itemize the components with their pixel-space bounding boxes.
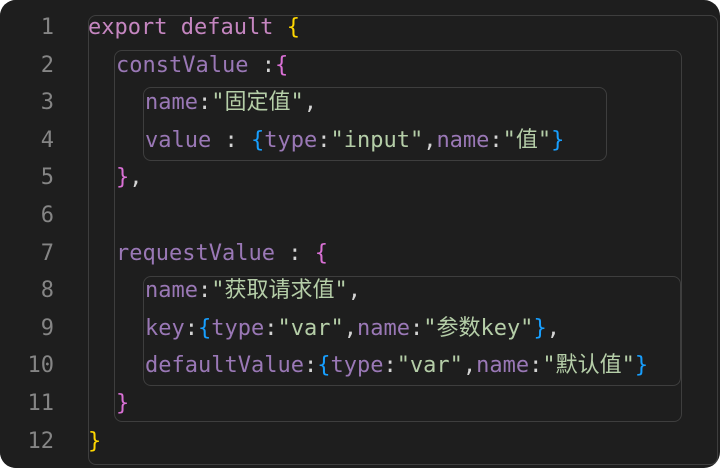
colon: : xyxy=(529,353,543,379)
colon: : xyxy=(264,315,278,341)
comma: , xyxy=(546,315,560,341)
string-value: "固定值" xyxy=(211,90,304,116)
colon: : xyxy=(409,315,424,341)
code-line-10: defaultValue:{type:"var",name:"默认值"} xyxy=(145,347,648,385)
code-line-4: value : {type:"input",name:"值"} xyxy=(145,122,564,160)
line-number: 1 xyxy=(40,15,54,40)
brace-close: } xyxy=(116,391,130,416)
line-number: 3 xyxy=(40,90,54,116)
property-name: name xyxy=(145,90,198,116)
comma: , xyxy=(423,127,437,153)
property-name: type xyxy=(211,315,265,341)
line-number: 9 xyxy=(40,315,54,341)
property-name: name xyxy=(476,353,530,379)
string-value: "参数key" xyxy=(423,315,534,341)
brace-open: { xyxy=(250,127,265,153)
property-name: name xyxy=(436,127,490,153)
line-number: 11 xyxy=(27,391,55,416)
code-line-11: } xyxy=(116,385,129,423)
string-value: "值" xyxy=(502,127,552,153)
code-line-9: key:{type:"var",name:"参数key"}, xyxy=(145,310,560,348)
code-line-2: constValue :{ xyxy=(116,47,288,85)
property-name: value xyxy=(145,127,212,153)
colon: : xyxy=(197,90,212,116)
brace-close: } xyxy=(533,315,547,341)
brace-open: { xyxy=(198,315,212,341)
brace-open: { xyxy=(317,353,331,379)
property-name: requestValue xyxy=(116,240,275,266)
colon: : xyxy=(274,240,315,266)
code-line-12: } xyxy=(88,423,101,461)
code-line-1: export default { xyxy=(88,9,300,47)
colon: : xyxy=(489,127,503,153)
string-value: "获取请求值" xyxy=(211,278,348,304)
brace-close: } xyxy=(634,353,649,379)
comma: , xyxy=(462,353,477,379)
colon: : xyxy=(211,127,251,153)
comma: , xyxy=(303,90,317,116)
brace-open: { xyxy=(314,240,328,266)
brace-close: } xyxy=(551,127,565,153)
code-line-3: name:"固定值", xyxy=(145,84,317,122)
brace-open: { xyxy=(286,15,300,40)
line-number: 12 xyxy=(27,428,55,454)
property-name: name xyxy=(145,278,198,304)
brace-close: } xyxy=(116,165,130,191)
code-line-7: requestValue : { xyxy=(116,235,328,273)
property-name: key xyxy=(145,315,185,341)
colon: : xyxy=(248,52,275,78)
property-name: defaultValue xyxy=(145,353,304,379)
code-line-8: name:"获取请求值", xyxy=(145,272,361,310)
string-value: "input" xyxy=(330,127,424,153)
colon: : xyxy=(197,278,212,304)
brace-open: { xyxy=(274,52,289,78)
keyword-export-default: export default xyxy=(88,15,274,40)
code-line-5: }, xyxy=(116,159,143,197)
property-name: constValue xyxy=(116,52,249,78)
colon: : xyxy=(303,353,318,379)
string-value: "var" xyxy=(396,353,463,379)
line-number: 2 xyxy=(40,52,54,78)
line-number-gutter: 1 2 3 4 5 6 7 8 9 10 11 12 xyxy=(0,0,68,468)
line-number: 6 xyxy=(40,203,54,228)
comma: , xyxy=(129,165,143,191)
colon: : xyxy=(317,127,331,153)
line-number: 10 xyxy=(27,353,55,379)
comma: , xyxy=(343,315,357,341)
brace-close: } xyxy=(88,428,102,454)
property-name: type xyxy=(264,127,318,153)
line-number: 7 xyxy=(40,240,54,266)
property-name: name xyxy=(356,315,410,341)
colon: : xyxy=(184,315,198,341)
line-number: 4 xyxy=(40,127,54,153)
line-number: 5 xyxy=(40,165,54,191)
colon: : xyxy=(383,353,397,379)
comma: , xyxy=(347,278,361,304)
property-name: type xyxy=(330,353,384,379)
string-value: "默认值" xyxy=(542,353,635,379)
line-number: 8 xyxy=(40,278,54,304)
code-editor[interactable]: 1 2 3 4 5 6 7 8 9 10 11 12 export defaul… xyxy=(0,0,720,468)
string-value: "var" xyxy=(277,315,344,341)
